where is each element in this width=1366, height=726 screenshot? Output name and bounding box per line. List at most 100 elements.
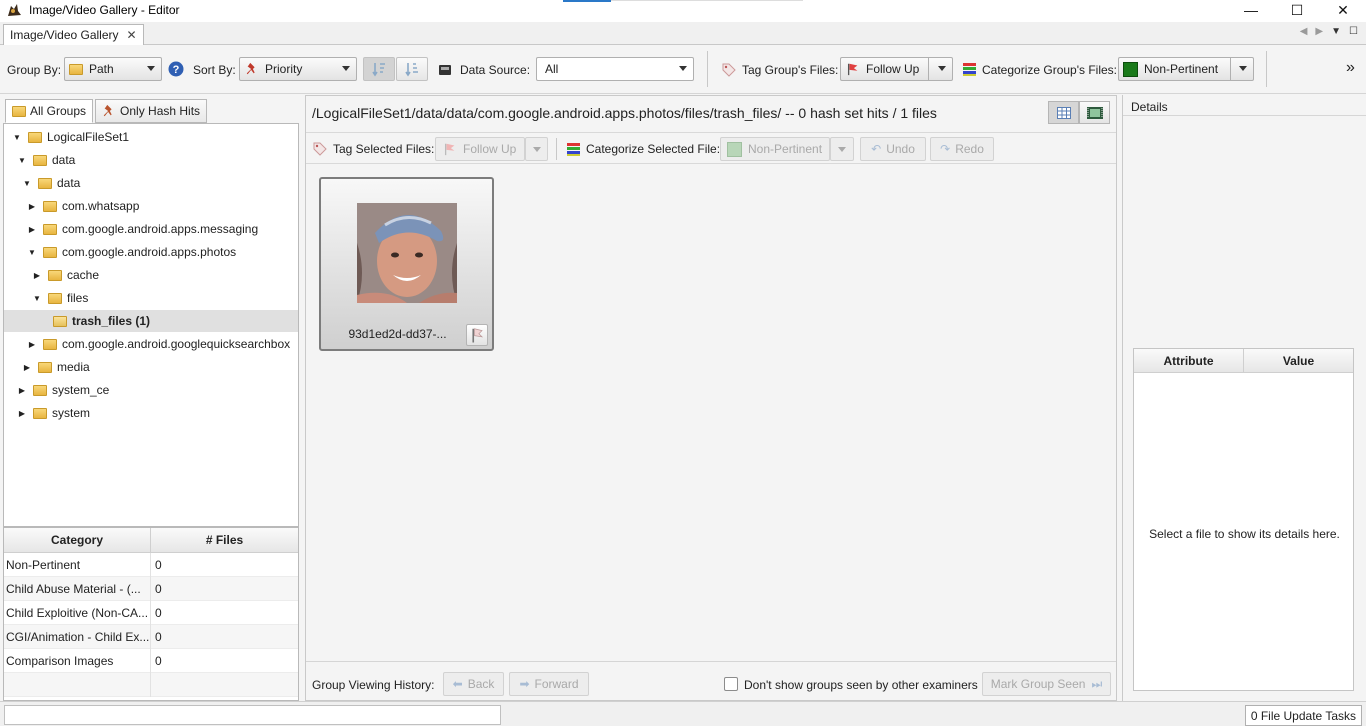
table-row[interactable]: Child Abuse Material - (... 0 bbox=[4, 577, 298, 601]
group-by-select[interactable]: Path bbox=[64, 57, 162, 81]
categorize-selected-file-dropdown[interactable] bbox=[830, 137, 854, 161]
categorize-group-files-button[interactable]: Non-Pertinent bbox=[1118, 57, 1230, 81]
non-pertinent-swatch-icon bbox=[1123, 61, 1138, 77]
file-thumbnail[interactable] bbox=[357, 203, 457, 303]
tree-item[interactable]: ▶ com.google.android.googlequicksearchbox bbox=[4, 333, 298, 355]
tag-group-files-dropdown[interactable] bbox=[928, 57, 953, 81]
expand-right-icon[interactable]: ▶ bbox=[22, 363, 32, 372]
back-button[interactable]: ⬅ Back bbox=[443, 672, 504, 696]
folder-open-icon bbox=[53, 315, 67, 327]
tag-selected-files-button[interactable]: Follow Up bbox=[435, 137, 525, 161]
category-count-cell: 0 bbox=[155, 654, 162, 668]
tab-list-dropdown-icon[interactable]: ▼ bbox=[1331, 26, 1341, 37]
sort-ascending-button[interactable] bbox=[363, 57, 395, 81]
file-tile[interactable]: 93d1ed2d-dd37-... bbox=[319, 177, 494, 351]
tree-item[interactable]: ▼ com.google.android.apps.photos bbox=[4, 241, 298, 263]
category-name-cell: Non-Pertinent bbox=[6, 558, 81, 572]
categorize-selected-file-value: Non-Pertinent bbox=[748, 142, 823, 156]
table-row[interactable]: Child Exploitive (Non-CA... 0 bbox=[4, 601, 298, 625]
expand-right-icon[interactable]: ▶ bbox=[17, 386, 27, 395]
tab-image-video-gallery[interactable]: Image/Video Gallery ✕ bbox=[3, 24, 144, 45]
sort-by-select[interactable]: Priority bbox=[239, 57, 357, 81]
undo-button[interactable]: ↶ Undo bbox=[860, 137, 926, 161]
data-source-select[interactable]: All bbox=[536, 57, 694, 81]
tab-all-groups[interactable]: All Groups bbox=[5, 99, 94, 123]
tag-selected-files-dropdown[interactable] bbox=[525, 137, 548, 161]
value-column-header[interactable]: Value bbox=[1244, 349, 1353, 373]
tree-item[interactable]: ▼ data bbox=[4, 172, 298, 194]
expand-down-icon[interactable]: ▼ bbox=[27, 248, 37, 257]
category-count-cell: 0 bbox=[155, 558, 162, 572]
tree-item[interactable]: ▶ cache bbox=[4, 264, 298, 286]
help-icon[interactable]: ? bbox=[168, 61, 184, 77]
minimize-button[interactable]: — bbox=[1228, 0, 1274, 22]
grid-view-icon bbox=[1056, 106, 1071, 119]
tag-group-files-button[interactable]: Follow Up bbox=[840, 57, 928, 81]
tab-only-hash-hits[interactable]: Only Hash Hits bbox=[95, 99, 208, 123]
status-bar: 0 File Update Tasks bbox=[0, 701, 1366, 726]
table-row[interactable]: Comparison Images 0 bbox=[4, 649, 298, 673]
tree-item[interactable]: ▶ system_ce bbox=[4, 379, 298, 401]
tree-item[interactable]: trash_files (1) bbox=[4, 310, 298, 332]
expand-down-icon[interactable]: ▼ bbox=[12, 133, 22, 142]
mark-group-seen-button[interactable]: Mark Group Seen ⏭ bbox=[982, 672, 1111, 696]
expand-down-icon[interactable]: ▼ bbox=[17, 156, 27, 165]
tree-item[interactable]: ▼ files bbox=[4, 287, 298, 309]
toolbar-separator bbox=[707, 51, 708, 87]
thumbnail-grid: 93d1ed2d-dd37-... bbox=[306, 165, 1116, 661]
group-path-label: /LogicalFileSet1/data/data/com.google.an… bbox=[312, 105, 937, 121]
file-update-tasks-button[interactable]: 0 File Update Tasks bbox=[1244, 705, 1362, 726]
categorize-group-files-value: Non-Pertinent bbox=[1144, 62, 1219, 76]
maximize-button[interactable]: ☐ bbox=[1274, 0, 1320, 22]
folder-icon bbox=[43, 338, 57, 350]
attribute-column-header[interactable]: Attribute bbox=[1134, 349, 1244, 373]
tree-item[interactable]: ▼ LogicalFileSet1 bbox=[4, 126, 298, 148]
chevron-down-icon bbox=[342, 66, 350, 71]
tile-tag-button[interactable] bbox=[466, 324, 488, 346]
expand-right-icon[interactable]: ▶ bbox=[27, 340, 37, 349]
expand-down-icon[interactable]: ▼ bbox=[22, 179, 32, 188]
toolbar-overflow-icon[interactable]: » bbox=[1346, 59, 1355, 77]
expand-right-icon[interactable]: ▶ bbox=[32, 271, 42, 280]
main-toolbar: Group By: Path ? Sort By: Priority Data … bbox=[0, 45, 1366, 94]
tree-item[interactable]: ▶ media bbox=[4, 356, 298, 378]
data-source-icon bbox=[439, 65, 451, 75]
category-column-header[interactable]: Category bbox=[4, 528, 151, 553]
tab-next-icon[interactable]: ▶ bbox=[1315, 26, 1323, 37]
tree-item[interactable]: ▼ data bbox=[4, 149, 298, 171]
redo-button[interactable]: ↷ Redo bbox=[930, 137, 994, 161]
tile-view-button[interactable] bbox=[1048, 101, 1079, 124]
category-table: Category # Files Non-Pertinent 0 Child Abu… bbox=[3, 527, 299, 701]
sort-by-label: Sort By: bbox=[193, 63, 236, 77]
category-count-cell: 0 bbox=[155, 606, 162, 620]
group-history-bar: Group Viewing History: ⬅ Back ➡ Forward … bbox=[306, 661, 1116, 701]
window-title: Image/Video Gallery - Editor bbox=[29, 3, 180, 17]
categorize-icon bbox=[567, 143, 580, 156]
tree-item[interactable]: ▶ system bbox=[4, 402, 298, 424]
status-message-field bbox=[4, 705, 501, 725]
categorize-selected-file-button[interactable]: Non-Pertinent bbox=[720, 137, 830, 161]
sort-descending-button[interactable] bbox=[396, 57, 428, 81]
expand-down-icon[interactable]: ▼ bbox=[32, 294, 42, 303]
back-arrow-icon: ⬅ bbox=[452, 677, 463, 691]
files-count-column-header[interactable]: # Files bbox=[151, 528, 298, 553]
tree-item-label: data bbox=[57, 176, 81, 190]
tree-item-label: com.google.android.apps.messaging bbox=[62, 222, 259, 236]
table-row[interactable]: Non-Pertinent 0 bbox=[4, 553, 298, 577]
dont-show-seen-groups-checkbox[interactable] bbox=[724, 677, 738, 691]
slideshow-view-button[interactable] bbox=[1079, 101, 1110, 124]
table-row[interactable]: CGI/Animation - Child Ex... 0 bbox=[4, 625, 298, 649]
tab-prev-icon[interactable]: ◀ bbox=[1300, 26, 1308, 37]
close-button[interactable]: ✕ bbox=[1320, 0, 1366, 22]
tree-item[interactable]: ▶ com.whatsapp bbox=[4, 195, 298, 217]
categorize-group-files-dropdown[interactable] bbox=[1230, 57, 1254, 81]
tab-close-icon[interactable]: ✕ bbox=[127, 28, 137, 42]
tree-item-label: com.whatsapp bbox=[62, 199, 140, 213]
expand-right-icon[interactable]: ▶ bbox=[27, 225, 37, 234]
expand-right-icon[interactable]: ▶ bbox=[27, 202, 37, 211]
forward-button[interactable]: ➡ Forward bbox=[509, 672, 589, 696]
expand-right-icon[interactable]: ▶ bbox=[17, 409, 27, 418]
tab-maximize-icon[interactable]: ☐ bbox=[1349, 26, 1358, 37]
non-pertinent-swatch-icon bbox=[727, 141, 742, 157]
tree-item[interactable]: ▶ com.google.android.apps.messaging bbox=[4, 218, 298, 240]
